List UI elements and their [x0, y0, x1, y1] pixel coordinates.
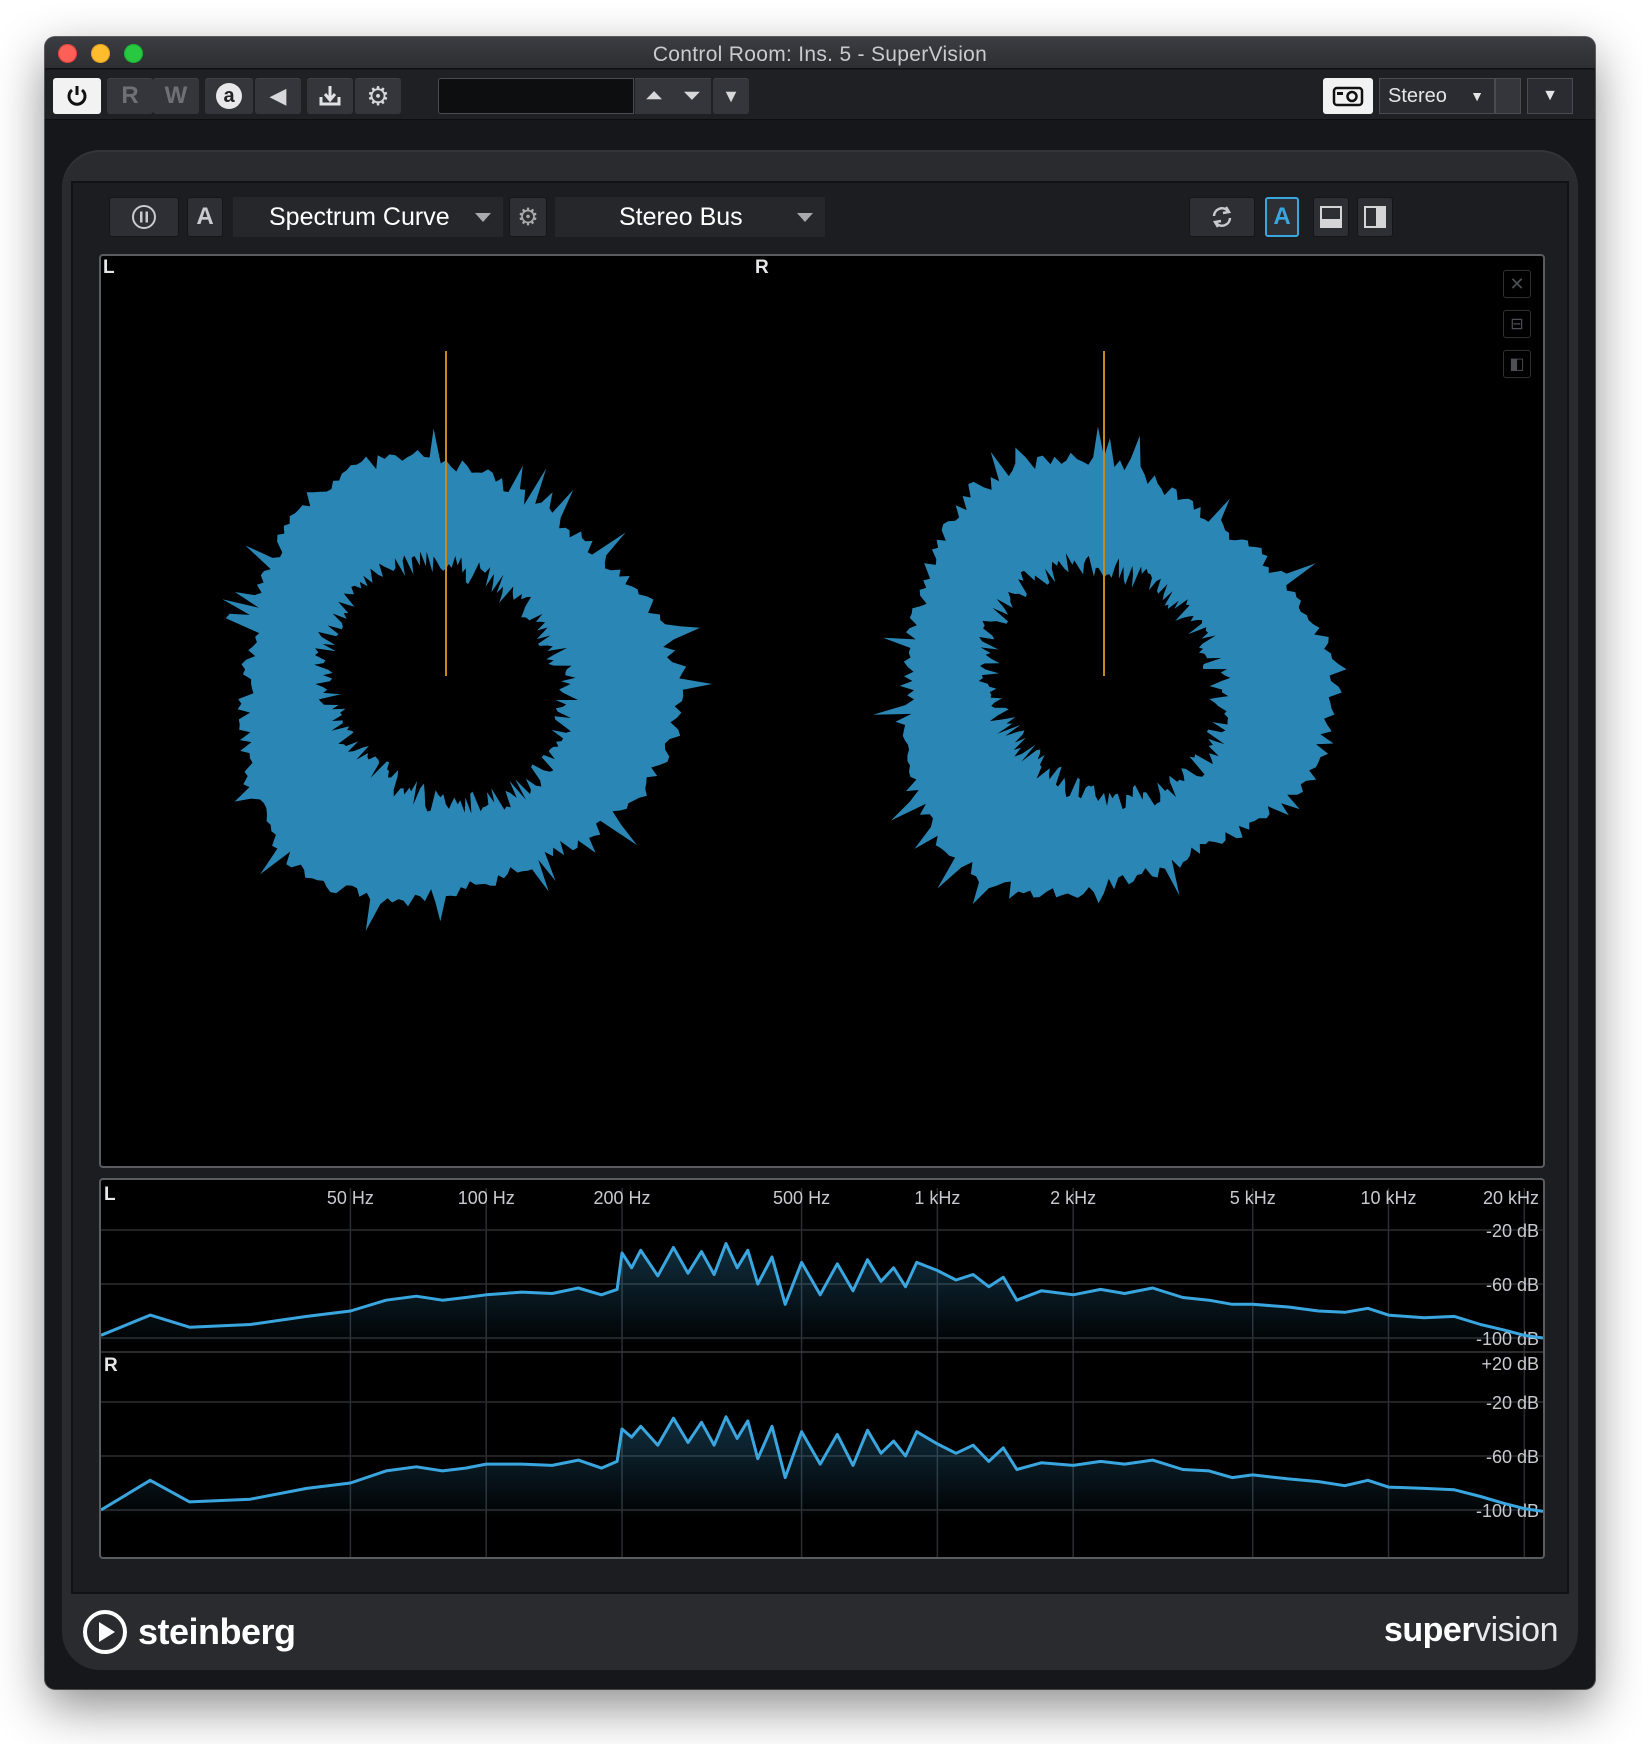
arrow-left-icon: ◀ — [269, 83, 287, 108]
layout-right-icon — [1364, 206, 1386, 228]
db-tick-label: +20 dB — [1481, 1354, 1539, 1374]
power-icon — [67, 86, 87, 106]
spectrum-channel-label: L — [104, 1184, 116, 1205]
split-horizontal-button[interactable] — [1313, 197, 1349, 237]
snapshot-button[interactable] — [1323, 78, 1373, 114]
arrow-up-icon: ⏶ — [646, 84, 662, 107]
brand-footer: steinberg supervision — [62, 1595, 1578, 1670]
refresh-icon — [1212, 206, 1232, 228]
channel-meter — [1495, 78, 1521, 114]
function-menu-button[interactable]: ▼ — [1527, 78, 1573, 114]
vectorscope-display: L R ✕ ⊟ ◧ — [99, 254, 1545, 1168]
add-row-icon: ⊟ — [1510, 316, 1524, 333]
db-tick-label: -60 dB — [1486, 1447, 1539, 1467]
freq-tick-label: 1 kHz — [914, 1188, 960, 1208]
bus-select[interactable]: Stereo Bus — [555, 197, 825, 237]
freq-tick-label: 5 kHz — [1230, 1188, 1276, 1208]
spectrum-curve-display: 50 Hz 100 Hz 200 Hz 500 Hz 1 kHz 2 kHz 5 kHz 10… — [99, 1178, 1545, 1559]
auto-icon: a — [216, 83, 242, 109]
routing-icon — [319, 86, 341, 106]
preset-menu-button[interactable]: ▼ — [713, 78, 749, 114]
freq-tick-label: 50 Hz — [327, 1188, 374, 1208]
auto-mode-button[interactable]: A — [1265, 197, 1299, 237]
pause-icon — [132, 205, 156, 229]
module-area: A Spectrum Curve ⚙ Stereo Bus A L R ✕ ⊟ … — [71, 181, 1569, 1594]
read-automation-button[interactable]: R — [107, 78, 153, 114]
auto-button[interactable]: a — [205, 78, 253, 114]
bypass-button[interactable] — [53, 78, 101, 114]
next-preset-button[interactable]: ⏷ — [673, 78, 711, 114]
previous-preset-button[interactable]: ⏶ — [635, 78, 673, 114]
spectrum-area-r — [101, 1416, 1543, 1514]
channel-config-value: Stereo — [1388, 84, 1447, 107]
camera-icon — [1332, 86, 1364, 107]
freq-tick-label: 200 Hz — [594, 1188, 651, 1208]
layout-bottom-icon — [1320, 206, 1342, 228]
spectrum-chart: 50 Hz 100 Hz 200 Hz 500 Hz 1 kHz 2 kHz 5 kHz 10… — [101, 1184, 1543, 1557]
write-automation-button[interactable]: W — [153, 78, 199, 114]
chevron-down-icon: ▼ — [722, 85, 740, 106]
left-vectorscope-ring — [222, 428, 713, 931]
add-column-icon: ◧ — [1509, 356, 1525, 373]
add-column-button[interactable]: ◧ — [1503, 350, 1531, 378]
gear-icon: ⚙ — [517, 203, 539, 231]
side-chain-button[interactable]: ◀ — [255, 78, 301, 114]
arrow-down-icon: ⏷ — [684, 84, 700, 107]
vectorscope-graphic — [222, 351, 1347, 931]
supervision-wordmark-light: vision — [1474, 1611, 1558, 1649]
add-row-button[interactable]: ⊟ — [1503, 310, 1531, 338]
close-icon: ✕ — [1509, 273, 1525, 294]
db-tick-label: -20 dB — [1486, 1221, 1539, 1241]
right-vectorscope-ring — [873, 426, 1347, 905]
title-bar: Control Room: Ins. 5 - SuperVision — [45, 37, 1595, 69]
freq-tick-label: 2 kHz — [1050, 1188, 1096, 1208]
supervision-panel: A Spectrum Curve ⚙ Stereo Bus A L R ✕ ⊟ … — [62, 150, 1578, 1670]
bus-name: Stereo Bus — [619, 202, 743, 231]
chevron-down-icon — [797, 213, 813, 222]
supervision-wordmark-bold: super — [1383, 1611, 1475, 1649]
supervision-logo: supervision — [1383, 1611, 1559, 1650]
chevron-down-icon — [475, 213, 491, 222]
close-module-button[interactable]: ✕ — [1503, 270, 1531, 298]
freq-tick-label: 500 Hz — [773, 1188, 830, 1208]
module-select[interactable]: Spectrum Curve — [233, 197, 503, 237]
steinberg-wordmark: steinberg — [138, 1611, 296, 1652]
module-name: Spectrum Curve — [269, 202, 450, 231]
pause-button[interactable] — [109, 197, 179, 237]
plugin-window: Control Room: Ins. 5 - SuperVision R W a… — [45, 37, 1595, 1689]
freq-tick-label: 100 Hz — [458, 1188, 515, 1208]
freq-tick-label: 20 kHz — [1483, 1188, 1539, 1208]
split-vertical-button[interactable] — [1357, 197, 1393, 237]
db-tick-label: -20 dB — [1486, 1393, 1539, 1413]
db-tick-label: -60 dB — [1486, 1275, 1539, 1295]
gear-icon: ⚙ — [366, 80, 390, 111]
steinberg-logo: steinberg — [82, 1609, 296, 1655]
channel-config-select[interactable]: Stereo ▼ — [1379, 78, 1495, 114]
freq-tick-label: 10 kHz — [1361, 1188, 1417, 1208]
analysis-button[interactable]: A — [187, 197, 223, 237]
chevron-down-icon: ▼ — [1470, 88, 1484, 104]
module-settings-button[interactable]: ⚙ — [509, 197, 547, 237]
settings-button[interactable]: ⚙ — [355, 78, 401, 114]
routing-button[interactable] — [307, 78, 353, 114]
plugin-toolbar: R W a ◀ ⚙ ⏶ ⏷ ▼ Stereo ▼ ▼ — [45, 70, 1595, 120]
preset-name-field[interactable] — [438, 78, 634, 114]
window-title: Control Room: Ins. 5 - SuperVision — [652, 43, 988, 66]
spectrum-channel-label: R — [104, 1355, 118, 1376]
sync-button[interactable] — [1189, 197, 1255, 237]
chevron-down-icon: ▼ — [1542, 87, 1558, 104]
steinberg-play-icon — [83, 1610, 127, 1654]
